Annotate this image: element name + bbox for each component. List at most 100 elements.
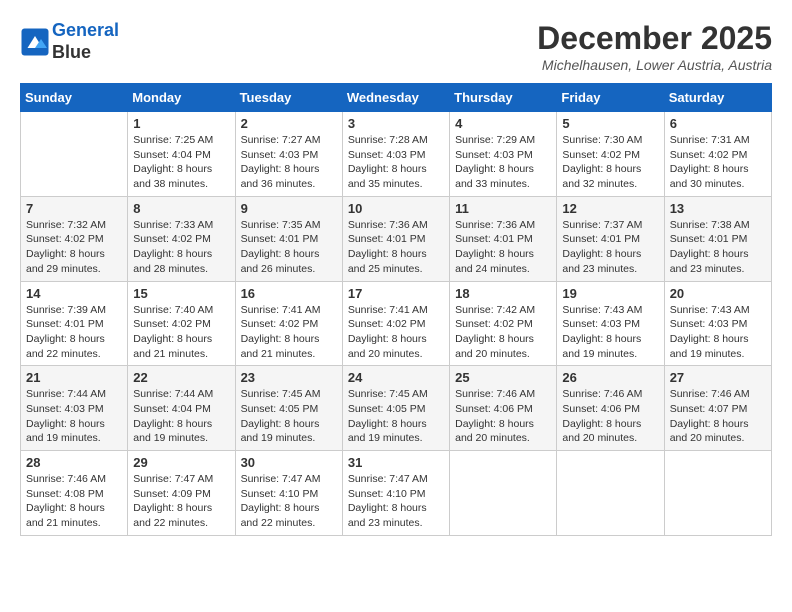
sunrise-text: Sunrise: 7:47 AM — [348, 472, 444, 487]
day-number: 17 — [348, 286, 444, 301]
cell-info: Sunrise: 7:41 AM Sunset: 4:02 PM Dayligh… — [348, 303, 444, 362]
sunrise-text: Sunrise: 7:44 AM — [26, 387, 122, 402]
sunset-text: Sunset: 4:03 PM — [670, 317, 766, 332]
sunrise-text: Sunrise: 7:47 AM — [133, 472, 229, 487]
location: Michelhausen, Lower Austria, Austria — [537, 57, 772, 73]
daylight-text: Daylight: 8 hours and 25 minutes. — [348, 247, 444, 276]
day-number: 11 — [455, 201, 551, 216]
calendar-cell: 18 Sunrise: 7:42 AM Sunset: 4:02 PM Dayl… — [450, 281, 557, 366]
day-number: 14 — [26, 286, 122, 301]
sunrise-text: Sunrise: 7:35 AM — [241, 218, 337, 233]
sunset-text: Sunset: 4:10 PM — [348, 487, 444, 502]
daylight-text: Daylight: 8 hours and 19 minutes. — [133, 417, 229, 446]
cell-info: Sunrise: 7:46 AM Sunset: 4:08 PM Dayligh… — [26, 472, 122, 531]
sunrise-text: Sunrise: 7:47 AM — [241, 472, 337, 487]
calendar-week-4: 21 Sunrise: 7:44 AM Sunset: 4:03 PM Dayl… — [21, 366, 772, 451]
sunset-text: Sunset: 4:07 PM — [670, 402, 766, 417]
sunset-text: Sunset: 4:06 PM — [562, 402, 658, 417]
sunset-text: Sunset: 4:09 PM — [133, 487, 229, 502]
sunset-text: Sunset: 4:04 PM — [133, 402, 229, 417]
cell-info: Sunrise: 7:37 AM Sunset: 4:01 PM Dayligh… — [562, 218, 658, 277]
calendar-cell: 8 Sunrise: 7:33 AM Sunset: 4:02 PM Dayli… — [128, 196, 235, 281]
daylight-text: Daylight: 8 hours and 20 minutes. — [670, 417, 766, 446]
sunset-text: Sunset: 4:05 PM — [348, 402, 444, 417]
calendar-cell: 22 Sunrise: 7:44 AM Sunset: 4:04 PM Dayl… — [128, 366, 235, 451]
calendar-cell — [21, 112, 128, 197]
sunset-text: Sunset: 4:01 PM — [562, 232, 658, 247]
sunrise-text: Sunrise: 7:36 AM — [348, 218, 444, 233]
calendar-header-monday: Monday — [128, 84, 235, 112]
calendar-cell: 27 Sunrise: 7:46 AM Sunset: 4:07 PM Dayl… — [664, 366, 771, 451]
cell-info: Sunrise: 7:45 AM Sunset: 4:05 PM Dayligh… — [241, 387, 337, 446]
sunset-text: Sunset: 4:01 PM — [26, 317, 122, 332]
cell-info: Sunrise: 7:28 AM Sunset: 4:03 PM Dayligh… — [348, 133, 444, 192]
calendar-cell: 24 Sunrise: 7:45 AM Sunset: 4:05 PM Dayl… — [342, 366, 449, 451]
sunrise-text: Sunrise: 7:28 AM — [348, 133, 444, 148]
sunrise-text: Sunrise: 7:41 AM — [348, 303, 444, 318]
cell-info: Sunrise: 7:27 AM Sunset: 4:03 PM Dayligh… — [241, 133, 337, 192]
sunrise-text: Sunrise: 7:38 AM — [670, 218, 766, 233]
calendar-cell: 31 Sunrise: 7:47 AM Sunset: 4:10 PM Dayl… — [342, 451, 449, 536]
cell-info: Sunrise: 7:44 AM Sunset: 4:04 PM Dayligh… — [133, 387, 229, 446]
calendar-cell: 7 Sunrise: 7:32 AM Sunset: 4:02 PM Dayli… — [21, 196, 128, 281]
calendar-header-wednesday: Wednesday — [342, 84, 449, 112]
daylight-text: Daylight: 8 hours and 22 minutes. — [26, 332, 122, 361]
calendar-cell: 20 Sunrise: 7:43 AM Sunset: 4:03 PM Dayl… — [664, 281, 771, 366]
daylight-text: Daylight: 8 hours and 23 minutes. — [670, 247, 766, 276]
cell-info: Sunrise: 7:32 AM Sunset: 4:02 PM Dayligh… — [26, 218, 122, 277]
calendar-cell: 19 Sunrise: 7:43 AM Sunset: 4:03 PM Dayl… — [557, 281, 664, 366]
cell-info: Sunrise: 7:43 AM Sunset: 4:03 PM Dayligh… — [562, 303, 658, 362]
calendar-header-sunday: Sunday — [21, 84, 128, 112]
sunrise-text: Sunrise: 7:45 AM — [348, 387, 444, 402]
day-number: 16 — [241, 286, 337, 301]
cell-info: Sunrise: 7:41 AM Sunset: 4:02 PM Dayligh… — [241, 303, 337, 362]
sunset-text: Sunset: 4:02 PM — [455, 317, 551, 332]
sunrise-text: Sunrise: 7:33 AM — [133, 218, 229, 233]
day-number: 9 — [241, 201, 337, 216]
cell-info: Sunrise: 7:47 AM Sunset: 4:10 PM Dayligh… — [241, 472, 337, 531]
sunrise-text: Sunrise: 7:39 AM — [26, 303, 122, 318]
calendar-cell: 4 Sunrise: 7:29 AM Sunset: 4:03 PM Dayli… — [450, 112, 557, 197]
cell-info: Sunrise: 7:36 AM Sunset: 4:01 PM Dayligh… — [455, 218, 551, 277]
cell-info: Sunrise: 7:44 AM Sunset: 4:03 PM Dayligh… — [26, 387, 122, 446]
cell-info: Sunrise: 7:25 AM Sunset: 4:04 PM Dayligh… — [133, 133, 229, 192]
sunset-text: Sunset: 4:03 PM — [26, 402, 122, 417]
day-number: 5 — [562, 116, 658, 131]
calendar-cell — [664, 451, 771, 536]
sunset-text: Sunset: 4:03 PM — [455, 148, 551, 163]
sunrise-text: Sunrise: 7:46 AM — [670, 387, 766, 402]
calendar-cell: 11 Sunrise: 7:36 AM Sunset: 4:01 PM Dayl… — [450, 196, 557, 281]
calendar-week-3: 14 Sunrise: 7:39 AM Sunset: 4:01 PM Dayl… — [21, 281, 772, 366]
calendar-week-2: 7 Sunrise: 7:32 AM Sunset: 4:02 PM Dayli… — [21, 196, 772, 281]
sunset-text: Sunset: 4:01 PM — [241, 232, 337, 247]
calendar-cell: 16 Sunrise: 7:41 AM Sunset: 4:02 PM Dayl… — [235, 281, 342, 366]
daylight-text: Daylight: 8 hours and 23 minutes. — [562, 247, 658, 276]
daylight-text: Daylight: 8 hours and 24 minutes. — [455, 247, 551, 276]
cell-info: Sunrise: 7:29 AM Sunset: 4:03 PM Dayligh… — [455, 133, 551, 192]
sunset-text: Sunset: 4:02 PM — [670, 148, 766, 163]
sunset-text: Sunset: 4:03 PM — [348, 148, 444, 163]
day-number: 4 — [455, 116, 551, 131]
cell-info: Sunrise: 7:46 AM Sunset: 4:07 PM Dayligh… — [670, 387, 766, 446]
month-title: December 2025 — [537, 20, 772, 57]
sunset-text: Sunset: 4:10 PM — [241, 487, 337, 502]
sunrise-text: Sunrise: 7:36 AM — [455, 218, 551, 233]
daylight-text: Daylight: 8 hours and 21 minutes. — [26, 501, 122, 530]
calendar-cell: 3 Sunrise: 7:28 AM Sunset: 4:03 PM Dayli… — [342, 112, 449, 197]
sunrise-text: Sunrise: 7:41 AM — [241, 303, 337, 318]
daylight-text: Daylight: 8 hours and 38 minutes. — [133, 162, 229, 191]
daylight-text: Daylight: 8 hours and 33 minutes. — [455, 162, 551, 191]
calendar-cell — [450, 451, 557, 536]
calendar-cell: 25 Sunrise: 7:46 AM Sunset: 4:06 PM Dayl… — [450, 366, 557, 451]
cell-info: Sunrise: 7:40 AM Sunset: 4:02 PM Dayligh… — [133, 303, 229, 362]
sunrise-text: Sunrise: 7:46 AM — [562, 387, 658, 402]
daylight-text: Daylight: 8 hours and 20 minutes. — [455, 417, 551, 446]
sunset-text: Sunset: 4:02 PM — [241, 317, 337, 332]
cell-info: Sunrise: 7:42 AM Sunset: 4:02 PM Dayligh… — [455, 303, 551, 362]
calendar-cell: 26 Sunrise: 7:46 AM Sunset: 4:06 PM Dayl… — [557, 366, 664, 451]
calendar-cell: 2 Sunrise: 7:27 AM Sunset: 4:03 PM Dayli… — [235, 112, 342, 197]
calendar-cell: 1 Sunrise: 7:25 AM Sunset: 4:04 PM Dayli… — [128, 112, 235, 197]
calendar-cell: 30 Sunrise: 7:47 AM Sunset: 4:10 PM Dayl… — [235, 451, 342, 536]
day-number: 15 — [133, 286, 229, 301]
calendar-cell — [557, 451, 664, 536]
